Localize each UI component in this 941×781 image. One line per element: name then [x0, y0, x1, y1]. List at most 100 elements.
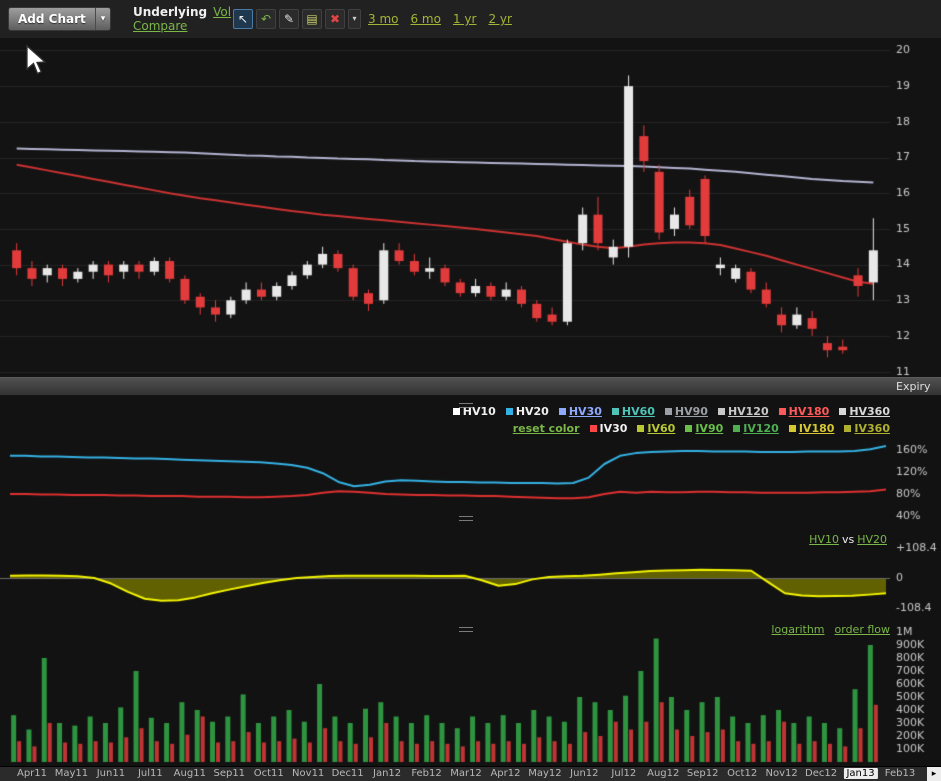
expiry-section-bar[interactable]: Expiry	[0, 377, 941, 396]
hv-spread-oscillator-chart[interactable]	[0, 532, 941, 624]
x-axis-month-label: Nov12	[765, 768, 798, 779]
vol-link[interactable]: Vol	[213, 5, 231, 19]
legend-item-label: HV360	[849, 405, 890, 418]
chart-mode-links: Underlying Vol Compare	[133, 5, 231, 33]
x-axis-month-label: Jun12	[570, 768, 599, 779]
volatility-legend: HV10 HV20 HV30 HV60 HV90 HV120 HV180 HV360 rese…	[452, 405, 890, 439]
range-1yr-link[interactable]: 1 yr	[453, 12, 476, 26]
series-color-marker	[452, 408, 460, 415]
spread-panel-header: HV10 vs HV20	[806, 533, 890, 546]
draw-tool-icon: ✎	[283, 12, 295, 26]
legend-item-hv180[interactable]: HV180	[778, 405, 830, 418]
x-axis-month-label: Feb13	[884, 768, 916, 779]
iv-legend-row: reset color IV30 IV60 IV90 IV120 IV180 IV360	[453, 422, 890, 435]
pointer-tool-button[interactable]: ↖	[233, 9, 253, 29]
series-color-marker	[611, 408, 619, 415]
add-chart-label: Add Chart	[18, 12, 86, 26]
hv20-link[interactable]: HV20	[857, 533, 887, 546]
price-candlestick-chart[interactable]	[0, 38, 941, 377]
delete-tool-icon: ✖	[329, 12, 341, 26]
x-axis-month-label: Oct12	[727, 768, 758, 779]
panel-resize-handle[interactable]	[459, 516, 473, 521]
series-color-marker	[664, 408, 672, 415]
legend-item-label: IV60	[647, 422, 676, 435]
x-axis-month-label: Jan12	[373, 768, 402, 779]
series-color-marker	[558, 408, 566, 415]
delete-tool-button[interactable]: ✖	[325, 9, 345, 29]
legend-item-hv90[interactable]: HV90	[664, 405, 708, 418]
add-chart-dropdown-icon[interactable]: ▾	[94, 8, 111, 30]
tools-dropdown-button[interactable]: ▾	[348, 9, 361, 29]
series-color-marker	[788, 425, 796, 432]
x-axis-month-label: Sep11	[213, 768, 246, 779]
legend-item-label: HV120	[727, 405, 769, 418]
hv10-link[interactable]: HV10	[809, 533, 839, 546]
x-axis-month-label: Feb12	[411, 768, 442, 779]
x-axis-month-label: May12	[528, 768, 562, 779]
legend-item-reset-color[interactable]: reset color	[513, 422, 580, 435]
underlying-label: Underlying	[133, 5, 208, 19]
x-axis-month-label: Jan13	[843, 768, 878, 779]
legend-item-label: HV90	[674, 405, 708, 418]
drawing-tool-group: ↖ ↶ ✎ ▤ ✖ ▾	[233, 9, 361, 29]
legend-item-hv120[interactable]: HV120	[717, 405, 769, 418]
compare-link[interactable]: Compare	[133, 19, 187, 33]
panel-resize-handle[interactable]	[459, 403, 473, 408]
series-color-marker	[717, 408, 725, 415]
chart-application: Add Chart ▾ Underlying Vol Compare ↖ ↶ ✎ ▤ ✖ ▾…	[0, 0, 941, 781]
undo-tool-button[interactable]: ↶	[256, 9, 276, 29]
legend-item-label: IV180	[798, 422, 835, 435]
range-2yr-link[interactable]: 2 yr	[488, 12, 511, 26]
legend-item-label: HV30	[568, 405, 602, 418]
legend-item-hv60[interactable]: HV60	[611, 405, 655, 418]
legend-item-iv120[interactable]: IV120	[733, 422, 779, 435]
legend-item-hv360[interactable]: HV360	[839, 405, 890, 418]
x-axis-month-label: Oct11	[253, 768, 284, 779]
legend-item-iv360[interactable]: IV360	[844, 422, 890, 435]
legend-item-label: HV20	[515, 405, 549, 418]
legend-item-iv180[interactable]: IV180	[788, 422, 835, 435]
add-chart-button[interactable]: Add Chart ▾	[8, 7, 112, 31]
x-axis-month-label: Jun11	[96, 768, 126, 779]
x-axis-month-label: Nov11	[292, 768, 325, 779]
tools-dropdown-icon: ▾	[352, 14, 357, 23]
axis-scroll-right-icon[interactable]: ▸	[927, 767, 941, 781]
legend-item-label: IV360	[854, 422, 890, 435]
x-axis-month-label: Dec12	[805, 768, 838, 779]
notes-tool-icon: ▤	[306, 12, 318, 26]
volume-bar-chart[interactable]	[0, 624, 941, 766]
notes-tool-button[interactable]: ▤	[302, 9, 322, 29]
range-6mo-link[interactable]: 6 mo	[410, 12, 440, 26]
legend-item-iv90[interactable]: IV90	[685, 422, 723, 435]
x-axis-month-label: Jul12	[611, 768, 637, 779]
series-color-marker	[685, 425, 693, 432]
legend-item-label: IV30	[599, 422, 628, 435]
legend-item-label: IV90	[695, 422, 724, 435]
x-axis-month-label: Jul11	[137, 768, 163, 779]
volume-panel-header: logarithm order flow	[771, 623, 890, 636]
pointer-tool-icon: ↖	[237, 12, 249, 26]
series-color-marker	[778, 408, 786, 415]
logarithm-link[interactable]: logarithm	[771, 623, 824, 636]
x-axis-month-label: Aug12	[647, 768, 680, 779]
series-color-marker	[733, 425, 741, 432]
x-axis-month-label: Apr11	[16, 768, 48, 779]
x-axis-timeline[interactable]: ▸ Apr11 May11 Jun11 Jul11 Aug11 Sep11 Oct11 Nov…	[0, 766, 941, 781]
x-axis-month-label: Dec11	[331, 768, 364, 779]
legend-item-iv30[interactable]: IV30	[589, 422, 628, 435]
undo-tool-icon: ↶	[260, 12, 272, 26]
range-3mo-link[interactable]: 3 mo	[368, 12, 398, 26]
x-axis-month-label: Sep12	[686, 768, 719, 779]
order-flow-link[interactable]: order flow	[835, 623, 890, 636]
legend-item-label: reset color	[512, 422, 580, 435]
series-color-marker	[637, 425, 645, 432]
vs-label: vs	[841, 533, 855, 546]
legend-item-hv20[interactable]: HV20	[505, 405, 549, 418]
legend-item-iv60[interactable]: IV60	[637, 422, 675, 435]
draw-tool-button[interactable]: ✎	[279, 9, 299, 29]
legend-item-label: HV180	[788, 405, 830, 418]
series-color-marker	[844, 425, 852, 432]
hv-legend-row: HV10 HV20 HV30 HV60 HV90 HV120 HV180 HV360	[452, 405, 890, 418]
legend-item-hv30[interactable]: HV30	[558, 405, 602, 418]
panel-resize-handle[interactable]	[459, 627, 473, 632]
